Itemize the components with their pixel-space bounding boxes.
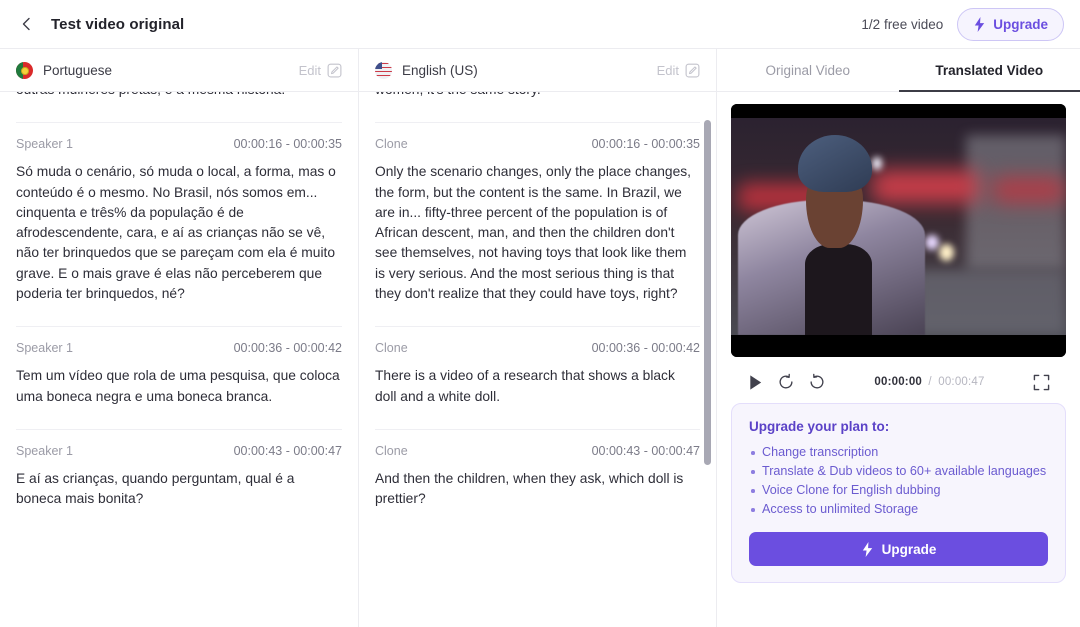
flag-usa-icon	[375, 61, 392, 79]
transcript-segment[interactable]: Speaker 1 00:00:36 - 00:00:42 Tem um víd…	[16, 327, 342, 430]
upgrade-benefit-item: Access to unlimited Storage	[749, 500, 1048, 519]
top-bar-actions: 1/2 free video Upgrade	[861, 7, 1064, 41]
upgrade-card: Upgrade your plan to: Change transcripti…	[731, 403, 1066, 583]
tab-original-video-label: Original Video	[765, 62, 851, 78]
source-edit-label: Edit	[298, 62, 321, 78]
transcript-segment[interactable]: Clone 00:00:36 - 00:00:42 There is a vid…	[375, 327, 700, 430]
source-language-cell: Portuguese Edit	[0, 49, 358, 91]
back-button[interactable]	[14, 11, 40, 37]
translation-editor-app: Test video original 1/2 free video Upgra…	[0, 0, 1080, 627]
transcript-segment[interactable]: outras mulheres pretas, é a mesma histór…	[16, 92, 342, 124]
segment-header: Clone 00:00:43 - 00:00:47	[375, 444, 700, 458]
transcript-segment[interactable]: women, it's the same story.	[375, 92, 700, 124]
pencil-square-icon	[685, 63, 700, 77]
segment-text: Só muda o cenário, só muda o local, a fo…	[16, 164, 336, 302]
tab-translated-video-label: Translated Video	[935, 62, 1044, 78]
transcript-scrollbar[interactable]	[704, 92, 711, 627]
segment-text: outras mulheres pretas, é a mesma histór…	[16, 92, 342, 100]
playback-time: 00:00:00 / 00:00:47	[874, 376, 984, 388]
rewind-button[interactable]	[777, 373, 795, 391]
video-still-image	[731, 118, 1066, 335]
pencil-square-icon	[327, 63, 342, 77]
target-edit-button[interactable]: Edit	[657, 63, 700, 78]
source-transcript-column[interactable]: outras mulheres pretas, é a mesma histór…	[0, 92, 358, 627]
transcript-segment[interactable]: Speaker 1 00:00:43 - 00:00:47 E aí as cr…	[16, 430, 342, 532]
video-tabs: Original Video Translated Video	[717, 49, 1080, 92]
transcript-segment[interactable]: Speaker 1 00:00:16 - 00:00:35 Só muda o …	[16, 123, 342, 328]
play-icon	[750, 374, 762, 390]
page-title: Test video original	[51, 15, 185, 33]
segment-speaker: Clone	[375, 443, 408, 458]
bolt-icon	[975, 16, 985, 32]
segment-timestamp: 00:00:16 - 00:00:35	[233, 137, 342, 152]
upgrade-benefits-list: Change transcription Translate & Dub vid…	[749, 443, 1048, 519]
target-language-label: English (US)	[402, 62, 478, 78]
upgrade-benefit-item: Change transcription	[749, 443, 1048, 462]
segment-speaker: Clone	[375, 137, 408, 152]
upgrade-button-card-label: Upgrade	[881, 541, 937, 557]
transcript-segment[interactable]: Clone 00:00:43 - 00:00:47 And then the c…	[375, 430, 700, 532]
play-button[interactable]	[747, 374, 764, 391]
video-frame[interactable]	[731, 104, 1066, 357]
segment-text: E aí as crianças, quando perguntam, qual…	[16, 470, 295, 507]
language-bar: Portuguese Edit English (US) Edit	[0, 49, 716, 92]
video-player: 00:00:00 / 00:00:47	[717, 92, 1080, 403]
segment-header: Speaker 1 00:00:16 - 00:00:35	[16, 137, 342, 151]
total-time: 00:00:47	[938, 376, 985, 388]
flag-portugal-icon	[16, 61, 33, 79]
transcript-area: Portuguese Edit English (US) Edit Speake…	[0, 49, 716, 627]
segment-speaker: Clone	[375, 341, 408, 356]
upgrade-button-header[interactable]: Upgrade	[957, 7, 1064, 41]
segment-speaker: Speaker 1	[16, 341, 73, 356]
source-language-label: Portuguese	[43, 62, 113, 78]
segment-speaker: Speaker 1	[16, 443, 73, 458]
fullscreen-button[interactable]	[1033, 374, 1050, 391]
segment-timestamp: 00:00:16 - 00:00:35	[591, 137, 700, 152]
rewind-10-icon	[779, 373, 793, 389]
segment-header: Clone 00:00:36 - 00:00:42	[375, 341, 700, 355]
main-body: Portuguese Edit English (US) Edit Speake…	[0, 49, 1080, 627]
segment-header: Speaker 1 00:00:36 - 00:00:42	[16, 341, 342, 355]
time-separator: /	[928, 376, 932, 388]
player-controls: 00:00:00 / 00:00:47	[731, 357, 1066, 403]
upgrade-benefit-item: Translate & Dub videos to 60+ available …	[749, 462, 1048, 481]
fullscreen-icon	[1033, 374, 1050, 390]
forward-10-icon	[810, 373, 824, 389]
upgrade-button-header-label: Upgrade	[993, 16, 1048, 32]
forward-button[interactable]	[808, 373, 826, 391]
segment-speaker: Speaker 1	[16, 137, 73, 152]
free-video-counter: 1/2 free video	[861, 16, 944, 32]
upgrade-button-card[interactable]: Upgrade	[749, 532, 1048, 566]
bolt-icon	[862, 541, 872, 557]
segment-timestamp: 00:00:36 - 00:00:42	[233, 341, 342, 356]
video-panel: Original Video Translated Video 00:00:00…	[716, 49, 1080, 627]
segment-text: There is a video of a research that show…	[375, 368, 675, 404]
segment-header: Speaker 1 00:00:43 - 00:00:47	[16, 444, 342, 458]
transcript-columns: outras mulheres pretas, é a mesma histór…	[0, 92, 716, 627]
segment-timestamp: 00:00:43 - 00:00:47	[591, 443, 700, 458]
source-edit-button[interactable]: Edit	[299, 63, 342, 78]
tab-original-video[interactable]: Original Video	[717, 49, 899, 91]
transcript-scrollbar-thumb[interactable]	[704, 120, 711, 465]
segment-timestamp: 00:00:36 - 00:00:42	[591, 341, 700, 356]
top-bar: Test video original 1/2 free video Upgra…	[0, 0, 1080, 49]
upgrade-card-title: Upgrade your plan to:	[749, 419, 890, 434]
segment-text: Only the scenario changes, only the plac…	[375, 164, 691, 302]
segment-text: Tem um vídeo que rola de uma pesquisa, q…	[16, 368, 340, 404]
transcript-segment[interactable]: Clone 00:00:16 - 00:00:35 Only the scena…	[375, 123, 700, 328]
upgrade-benefit-item: Voice Clone for English dubbing	[749, 481, 1048, 500]
segment-header: Clone 00:00:16 - 00:00:35	[375, 137, 700, 151]
target-edit-label: Edit	[656, 62, 679, 78]
current-time: 00:00:00	[874, 376, 923, 388]
target-transcript-column[interactable]: women, it's the same story. Clone 00:00:…	[358, 92, 716, 627]
segment-text: And then the children, when they ask, wh…	[375, 470, 684, 507]
target-language-cell: English (US) Edit	[358, 49, 716, 91]
chevron-left-icon	[22, 17, 30, 31]
segment-text: women, it's the same story.	[375, 92, 700, 100]
tab-translated-video[interactable]: Translated Video	[898, 49, 1080, 92]
segment-timestamp: 00:00:43 - 00:00:47	[233, 443, 342, 458]
